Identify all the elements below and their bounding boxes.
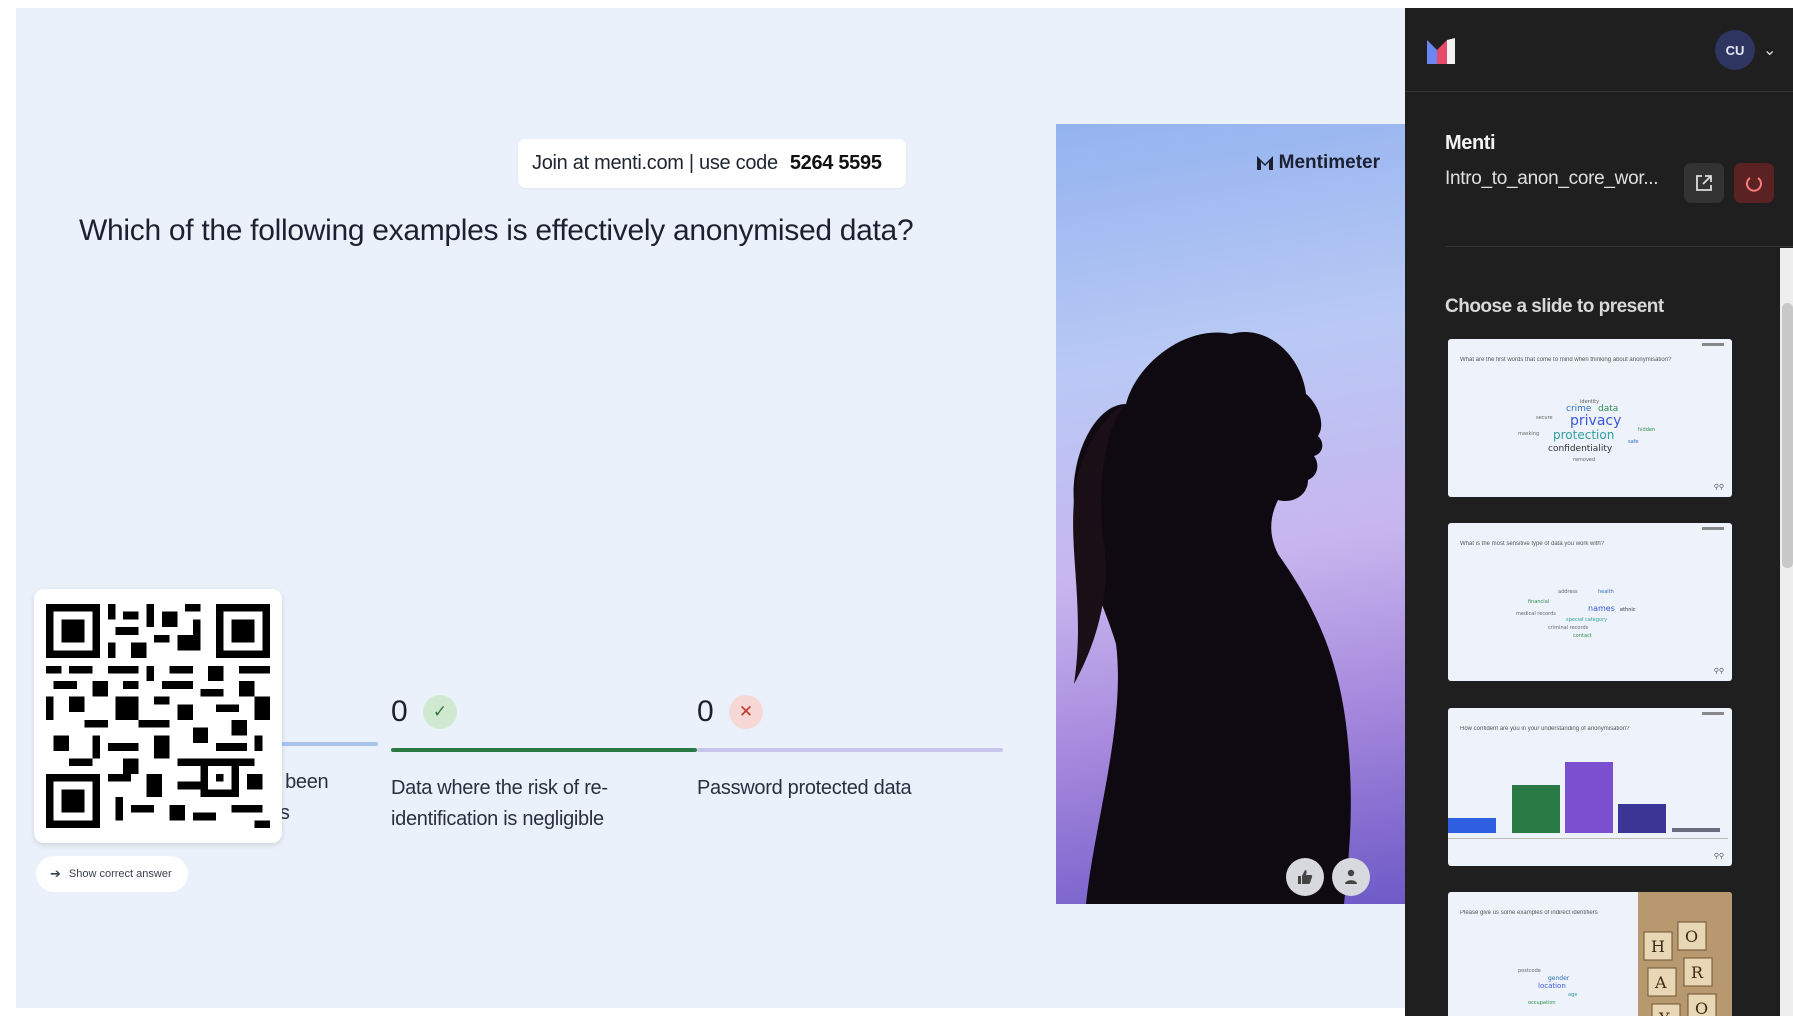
thumbnail-person-icons: ⚲⚲ xyxy=(1713,668,1724,675)
audience-button[interactable] xyxy=(1332,858,1370,896)
word-cloud-icon: postcode gender location age occupation … xyxy=(1518,892,1732,1016)
scrollbar-thumb[interactable] xyxy=(1782,303,1793,568)
mentimeter-logo-icon xyxy=(1256,156,1273,170)
svg-text:postcode: postcode xyxy=(1518,968,1541,974)
svg-text:H: H xyxy=(1651,937,1665,956)
svg-text:location: location xyxy=(1538,982,1566,990)
svg-text:address: address xyxy=(1558,589,1578,595)
word-cloud-icon: address health financial names ethnic me… xyxy=(1516,589,1636,639)
mentimeter-brand: Mentimeter xyxy=(1256,152,1380,174)
mentimeter-logo-icon[interactable] xyxy=(1427,38,1455,64)
qr-code xyxy=(34,589,282,843)
presentation-title: Menti xyxy=(1445,132,1496,154)
svg-text:privacy: privacy xyxy=(1570,413,1621,429)
show-correct-answer-button[interactable]: ➔ Show correct answer xyxy=(36,856,188,892)
thumbnail-person-icons: ⚲⚲ xyxy=(1713,484,1724,491)
presentation-file-name: Intro_to_anon_core_wor... xyxy=(1445,168,1659,189)
svg-text:gender: gender xyxy=(1548,975,1570,982)
qr-code-icon xyxy=(46,604,270,828)
external-link-icon xyxy=(1696,175,1712,191)
svg-text:removed: removed xyxy=(1573,457,1595,463)
svg-text:protection: protection xyxy=(1553,428,1614,442)
svg-text:hidden: hidden xyxy=(1638,427,1655,433)
word-cloud-icon: crime data privacy protection confidenti… xyxy=(1518,399,1655,463)
svg-text:O: O xyxy=(1695,999,1708,1016)
panel-header: CU ⌄ xyxy=(1405,8,1793,92)
arrow-right-icon: ➔ xyxy=(50,866,61,881)
svg-text:age: age xyxy=(1568,992,1577,998)
cross-icon: ✕ xyxy=(729,695,763,729)
svg-text:identity: identity xyxy=(1580,399,1599,405)
slide-question: Which of the following examples is effec… xyxy=(79,214,914,247)
join-prefix: Join at menti.com | use code xyxy=(532,152,778,174)
svg-text:financial: financial xyxy=(1528,599,1549,605)
svg-text:health: health xyxy=(1598,589,1614,595)
join-code: 5264 5595 xyxy=(789,152,882,174)
svg-text:special category: special category xyxy=(1566,617,1607,623)
answer-count: 0 xyxy=(391,695,408,728)
check-icon: ✓ xyxy=(423,695,457,729)
chevron-down-icon[interactable]: ⌄ xyxy=(1763,40,1776,60)
thumbs-up-reaction-button[interactable] xyxy=(1286,858,1324,896)
slide-canvas: Join at menti.com | use code 5264 5595 W… xyxy=(16,8,1405,1008)
svg-text:R: R xyxy=(1691,963,1704,982)
answer-label: Password protected data xyxy=(697,777,912,799)
thumbnail-person-icons: ⚲⚲ xyxy=(1713,853,1724,860)
svg-text:O: O xyxy=(1685,927,1698,946)
person-icon xyxy=(1345,869,1357,884)
svg-text:criminal records: criminal records xyxy=(1548,625,1589,631)
power-icon xyxy=(1746,177,1762,192)
silhouette-figure xyxy=(1073,332,1351,904)
answer-bar xyxy=(391,748,697,752)
answer-count: 0 xyxy=(697,695,714,728)
svg-text:secure: secure xyxy=(1536,415,1553,421)
svg-text:medical records: medical records xyxy=(1516,611,1556,617)
svg-text:A: A xyxy=(1654,973,1667,992)
slide-thumbnail-1[interactable]: What are the first words that come to mi… xyxy=(1448,339,1732,497)
answer-option-2: 0 ✓ Data where the risk of re-identifica… xyxy=(391,690,697,850)
slide-thumbnail-3[interactable]: How confident are you in your understand… xyxy=(1448,708,1732,866)
svg-text:contact: contact xyxy=(1573,633,1592,639)
svg-text:ethnic: ethnic xyxy=(1620,607,1636,613)
answer-option-3: 0 ✕ Password protected data xyxy=(697,690,1003,850)
svg-text:safe: safe xyxy=(1628,439,1639,445)
answer-bar xyxy=(697,748,1003,752)
svg-text:Y: Y xyxy=(1658,1009,1670,1016)
slide-thumbnail-4[interactable]: Please give us some examples of indirect… xyxy=(1448,892,1732,1016)
join-instructions: Join at menti.com | use code 5264 5595 xyxy=(518,139,906,188)
slide-thumbnail-2[interactable]: What is the most sensitive type of data … xyxy=(1448,523,1732,681)
slide-image: Mentimeter xyxy=(1056,124,1405,904)
svg-text:names: names xyxy=(1588,604,1615,613)
answer-label: Data where the risk of re-identification… xyxy=(391,777,608,830)
svg-text:confidentiality: confidentiality xyxy=(1548,444,1613,454)
svg-text:masking: masking xyxy=(1518,431,1539,437)
open-external-button[interactable] xyxy=(1684,163,1724,203)
stop-presenting-button[interactable] xyxy=(1734,163,1774,203)
presenter-panel: CU ⌄ Menti Intro_to_anon_core_wor... Cho… xyxy=(1405,8,1793,1016)
bar-chart-icon xyxy=(1448,762,1728,839)
svg-text:occupation: occupation xyxy=(1528,1000,1556,1006)
panel-divider xyxy=(1445,246,1793,247)
app-root: Join at menti.com | use code 5264 5595 W… xyxy=(0,0,1793,1016)
avatar[interactable]: CU xyxy=(1715,30,1755,70)
thumbs-up-icon xyxy=(1298,870,1313,884)
choose-slide-heading: Choose a slide to present xyxy=(1445,296,1664,317)
